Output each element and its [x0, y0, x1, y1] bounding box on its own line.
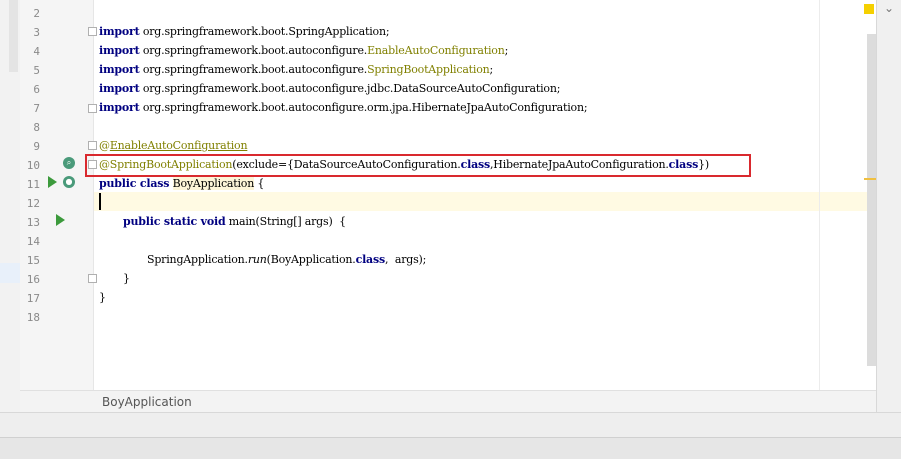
highlight-box: [85, 154, 751, 177]
line-number: 18: [26, 311, 40, 324]
line-number: 13: [26, 216, 40, 229]
annotation-at: @: [99, 139, 110, 152]
fold-icon[interactable]: [88, 27, 97, 36]
class-name: BoyApplication: [172, 177, 255, 190]
line-number: 9: [33, 140, 40, 153]
line-number: 11: [26, 178, 40, 191]
fold-icon[interactable]: [88, 274, 97, 283]
status-bar: [0, 437, 901, 459]
closing-brace: }: [99, 291, 106, 304]
code-line[interactable]: public class BoyApplication {: [99, 177, 264, 190]
code-text: {: [254, 177, 265, 190]
line-number: 8: [33, 121, 40, 134]
keyword-public-class: public class: [99, 177, 170, 190]
keyword-import: import: [99, 82, 140, 95]
run-icon[interactable]: [56, 214, 65, 226]
code-text: (BoyApplication.: [266, 253, 356, 266]
keyword-import: import: [99, 25, 140, 38]
keyword-import: import: [99, 44, 140, 57]
code-text: org.springframework.boot.autoconfigure.o…: [139, 101, 588, 114]
code-text: org.springframework.boot.SpringApplicati…: [139, 25, 390, 38]
code-line[interactable]: }: [99, 291, 106, 304]
editor-gutter: [20, 0, 94, 390]
code-line[interactable]: @EnableAutoConfiguration: [99, 139, 248, 152]
code-text: ;: [504, 44, 509, 57]
breadcrumb-bar: BoyApplication: [20, 390, 876, 413]
keyword-class: class: [355, 253, 386, 266]
line-number: 3: [33, 26, 40, 39]
line-number: 14: [26, 235, 40, 248]
method-name: run: [247, 253, 267, 266]
spring-boot-config-icon[interactable]: ⌕: [63, 157, 75, 169]
warning-indicator-icon[interactable]: [864, 4, 874, 14]
tool-strip-marker: [0, 263, 20, 283]
run-icon[interactable]: [48, 176, 57, 188]
line-number: 6: [33, 83, 40, 96]
error-stripe-panel[interactable]: [876, 0, 901, 412]
bottom-panel: [0, 412, 901, 438]
code-text: , args);: [384, 253, 427, 266]
code-text: ;: [489, 63, 494, 76]
text-caret: [99, 193, 101, 210]
code-line[interactable]: import org.springframework.boot.autoconf…: [99, 101, 588, 114]
line-number: 16: [26, 273, 40, 286]
code-text: org.springframework.boot.autoconfigure.j…: [139, 82, 561, 95]
code-line[interactable]: SpringApplication.run(BoyApplication.cla…: [147, 253, 426, 266]
code-text: main(String[] args) {: [225, 215, 346, 228]
spring-bean-icon[interactable]: ●: [63, 176, 75, 188]
line-number: 7: [33, 102, 40, 115]
line-number: 2: [33, 7, 40, 20]
line-number: 15: [26, 254, 40, 267]
line-number: 17: [26, 292, 40, 305]
code-text: org.springframework.boot.autoconfigure.: [139, 44, 368, 57]
line-number: 12: [26, 197, 40, 210]
code-line[interactable]: import org.springframework.boot.autoconf…: [99, 63, 493, 76]
scrollbar-thumb[interactable]: [867, 34, 876, 366]
code-text: org.springframework.boot.autoconfigure.: [139, 63, 368, 76]
code-line[interactable]: import org.springframework.boot.SpringAp…: [99, 25, 390, 38]
breadcrumb[interactable]: BoyApplication: [102, 395, 192, 409]
fold-icon[interactable]: [88, 104, 97, 113]
unused-import-text: SpringBootApplication: [367, 63, 490, 76]
fold-icon[interactable]: [88, 141, 97, 150]
annotation-name[interactable]: EnableAutoConfiguration: [110, 139, 248, 152]
closing-brace: }: [123, 272, 130, 285]
keyword-import: import: [99, 63, 140, 76]
line-number: 10: [26, 159, 40, 172]
code-line[interactable]: import org.springframework.boot.autoconf…: [99, 44, 508, 57]
left-tool-strip: [0, 0, 21, 412]
keyword-import: import: [99, 101, 140, 114]
code-text: SpringApplication.: [147, 253, 248, 266]
code-line[interactable]: }: [123, 272, 130, 285]
code-line[interactable]: public static void main(String[] args) {: [123, 215, 346, 228]
line-number: 4: [33, 45, 40, 58]
current-line-highlight: [94, 192, 876, 211]
keyword-public-static-void: public static void: [123, 215, 226, 228]
tool-strip-tab[interactable]: [9, 0, 18, 72]
code-line[interactable]: import org.springframework.boot.autoconf…: [99, 82, 560, 95]
unused-import-text: EnableAutoConfiguration: [367, 44, 505, 57]
right-margin-guide: [819, 0, 820, 390]
line-number: 5: [33, 64, 40, 77]
chevron-down-icon[interactable]: ⌄: [878, 0, 900, 16]
error-stripe-mark[interactable]: [864, 178, 876, 180]
